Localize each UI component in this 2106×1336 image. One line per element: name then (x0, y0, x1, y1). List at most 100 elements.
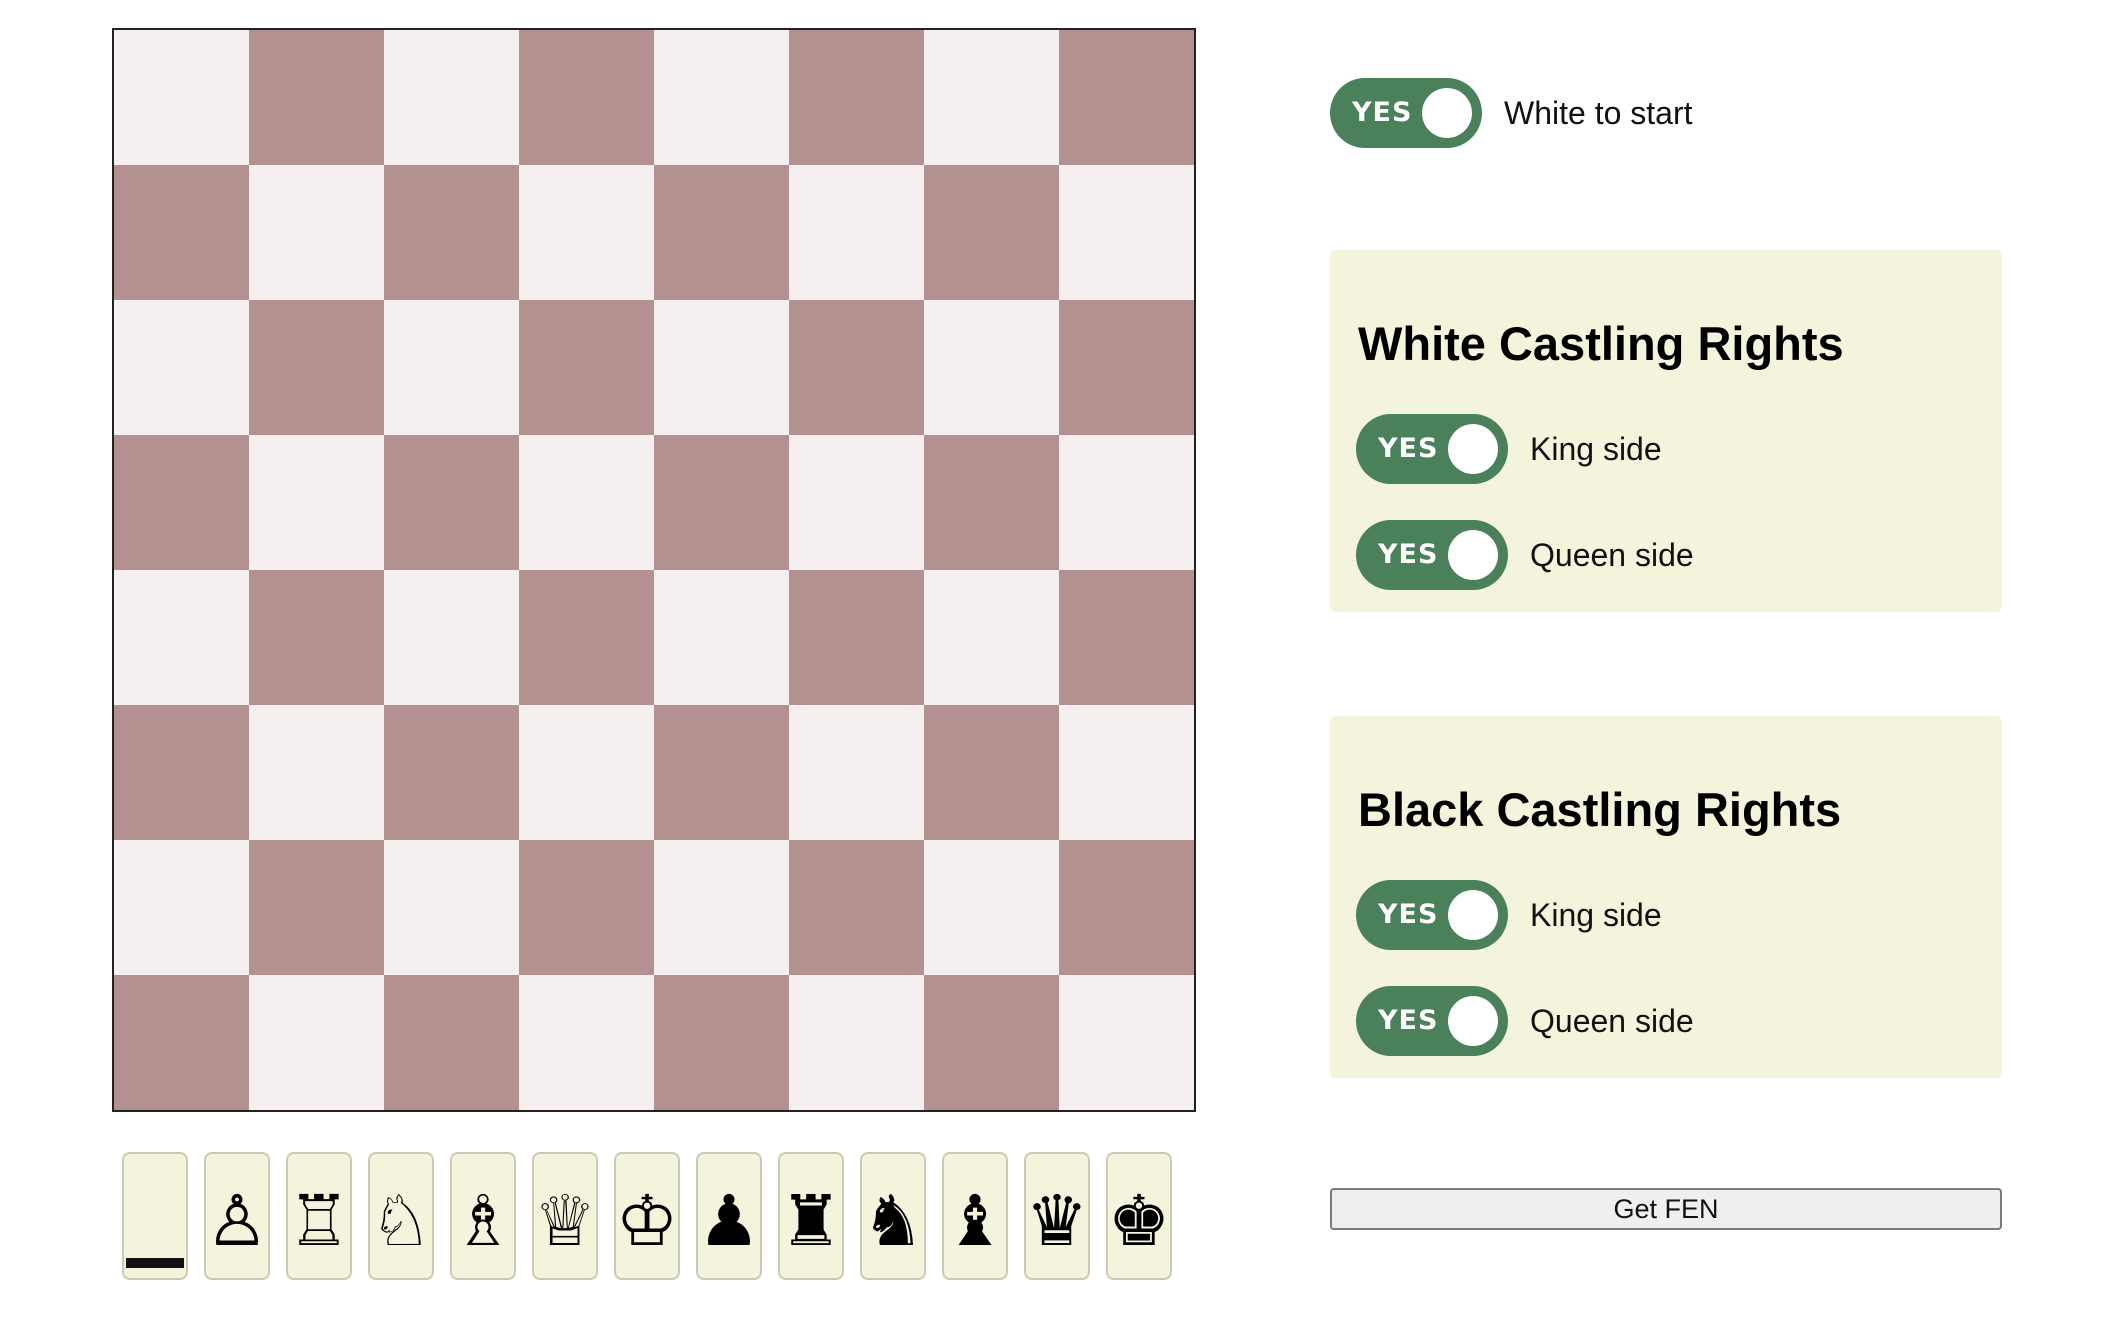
board-square[interactable] (519, 570, 654, 705)
board-square[interactable] (249, 165, 384, 300)
board-square[interactable] (1059, 705, 1194, 840)
black-queen-side-label: Queen side (1530, 1002, 1694, 1039)
board-square[interactable] (924, 30, 1059, 165)
board-square[interactable] (924, 570, 1059, 705)
board-square[interactable] (384, 165, 519, 300)
white-pawn-palette-button[interactable]: ♙ (204, 1152, 270, 1280)
board-square[interactable] (384, 840, 519, 975)
toggle-knob (1448, 996, 1498, 1046)
board-square[interactable] (924, 975, 1059, 1110)
board-square[interactable] (114, 435, 249, 570)
black-queen-side-toggle[interactable]: YES (1356, 986, 1508, 1056)
board-square[interactable] (924, 840, 1059, 975)
eraser-palette-button[interactable] (122, 1152, 188, 1280)
white-bishop-palette-button[interactable]: ♗ (450, 1152, 516, 1280)
board-square[interactable] (114, 840, 249, 975)
white-queen-side-toggle[interactable]: YES (1356, 520, 1508, 590)
board-square[interactable] (789, 30, 924, 165)
board-square[interactable] (1059, 975, 1194, 1110)
board-square[interactable] (654, 300, 789, 435)
board-square[interactable] (249, 840, 384, 975)
board-square[interactable] (1059, 570, 1194, 705)
black-king-palette-button[interactable]: ♚ (1106, 1152, 1172, 1280)
board-square[interactable] (789, 165, 924, 300)
board-square[interactable] (114, 975, 249, 1110)
toggle-on-text: YES (1378, 433, 1439, 464)
white-queen-palette-button[interactable]: ♕ (532, 1152, 598, 1280)
board-square[interactable] (249, 30, 384, 165)
board-square[interactable] (114, 705, 249, 840)
black-king-side-toggle[interactable]: YES (1356, 880, 1508, 950)
black-king-side-label: King side (1530, 896, 1662, 933)
black-pawn-palette-button[interactable]: ♟ (696, 1152, 762, 1280)
board-square[interactable] (654, 435, 789, 570)
board-square[interactable] (654, 570, 789, 705)
board-square[interactable] (924, 165, 1059, 300)
white-knight-palette-button[interactable]: ♘ (368, 1152, 434, 1280)
black-bishop-icon: ♝ (943, 1180, 1007, 1262)
board-square[interactable] (519, 435, 654, 570)
board-square[interactable] (114, 30, 249, 165)
board-square[interactable] (114, 300, 249, 435)
board-square[interactable] (654, 975, 789, 1110)
board-square[interactable] (384, 705, 519, 840)
black-queen-palette-button[interactable]: ♛ (1024, 1152, 1090, 1280)
board-square[interactable] (384, 300, 519, 435)
chess-board[interactable] (112, 28, 1196, 1112)
black-knight-palette-button[interactable]: ♞ (860, 1152, 926, 1280)
black-rook-palette-button[interactable]: ♜ (778, 1152, 844, 1280)
black-castling-title: Black Castling Rights (1358, 783, 1842, 836)
board-square[interactable] (519, 300, 654, 435)
board-square[interactable] (519, 30, 654, 165)
black-bishop-palette-button[interactable]: ♝ (942, 1152, 1008, 1280)
white-king-side-toggle[interactable]: YES (1356, 414, 1508, 484)
board-square[interactable] (654, 705, 789, 840)
board-square[interactable] (654, 165, 789, 300)
board-square[interactable] (249, 300, 384, 435)
board-square[interactable] (384, 30, 519, 165)
board-square[interactable] (789, 300, 924, 435)
board-square[interactable] (1059, 435, 1194, 570)
board-square[interactable] (789, 570, 924, 705)
black-king-side-row: YES King side (1356, 880, 1662, 950)
board-square[interactable] (924, 705, 1059, 840)
eraser-icon (126, 1258, 184, 1268)
board-square[interactable] (924, 300, 1059, 435)
white-castling-panel: White Castling Rights YES King side YES … (1330, 250, 2002, 612)
white-king-icon: ♔ (615, 1180, 679, 1262)
get-fen-button[interactable]: Get FEN (1330, 1188, 2002, 1230)
board-square[interactable] (1059, 30, 1194, 165)
board-square[interactable] (1059, 165, 1194, 300)
board-square[interactable] (249, 975, 384, 1110)
board-square[interactable] (249, 435, 384, 570)
white-king-palette-button[interactable]: ♔ (614, 1152, 680, 1280)
toggle-knob (1448, 530, 1498, 580)
board-square[interactable] (519, 705, 654, 840)
toggle-knob (1448, 890, 1498, 940)
board-square[interactable] (519, 840, 654, 975)
white-to-start-toggle[interactable]: YES (1330, 78, 1482, 148)
board-square[interactable] (789, 840, 924, 975)
black-castling-panel: Black Castling Rights YES King side YES … (1330, 716, 2002, 1078)
board-square[interactable] (114, 165, 249, 300)
toggle-on-text: YES (1378, 1005, 1439, 1036)
board-square[interactable] (384, 570, 519, 705)
board-square[interactable] (654, 840, 789, 975)
board-square[interactable] (384, 435, 519, 570)
board-square[interactable] (1059, 300, 1194, 435)
board-square[interactable] (384, 975, 519, 1110)
board-square[interactable] (249, 705, 384, 840)
black-queen-side-row: YES Queen side (1356, 986, 1694, 1056)
white-king-side-label: King side (1530, 430, 1662, 467)
board-square[interactable] (789, 975, 924, 1110)
board-square[interactable] (789, 705, 924, 840)
board-square[interactable] (114, 570, 249, 705)
white-rook-palette-button[interactable]: ♖ (286, 1152, 352, 1280)
board-square[interactable] (654, 30, 789, 165)
board-square[interactable] (249, 570, 384, 705)
board-square[interactable] (924, 435, 1059, 570)
board-square[interactable] (1059, 840, 1194, 975)
board-square[interactable] (519, 165, 654, 300)
board-square[interactable] (789, 435, 924, 570)
board-square[interactable] (519, 975, 654, 1110)
